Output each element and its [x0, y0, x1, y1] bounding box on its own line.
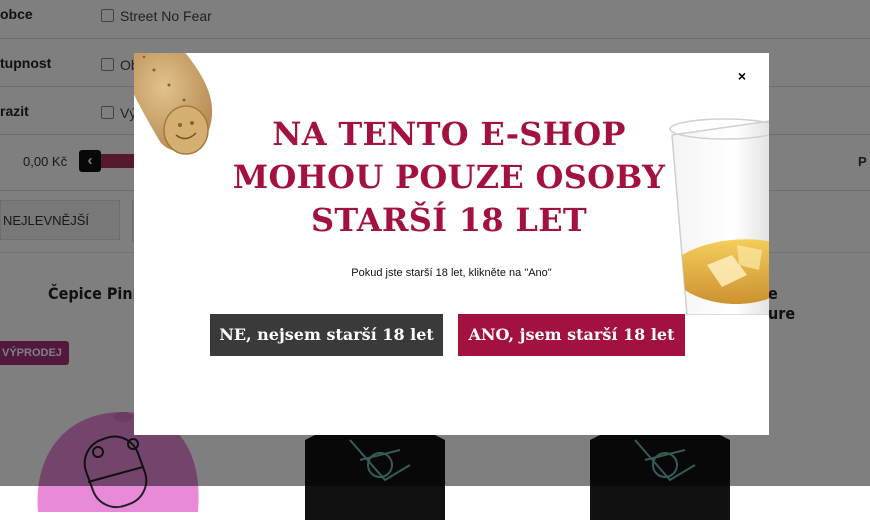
- age-verification-modal: × NA TENTO E-SHOP MOHOU POUZE OSOBY STAR…: [134, 53, 769, 435]
- modal-instruction-text: Pokud jste starší 18 let, klikněte na "A…: [351, 267, 552, 279]
- headline-line: MOHOU POUZE OSOBY: [232, 158, 666, 196]
- confirm-age-button[interactable]: ANO, jsem starší 18 let: [458, 314, 685, 356]
- close-icon[interactable]: ×: [735, 69, 749, 83]
- headline-line: NA TENTO E-SHOP: [272, 115, 626, 153]
- modal-headline: NA TENTO E-SHOP MOHOU POUZE OSOBY STARŠÍ…: [194, 113, 704, 242]
- headline-line: STARŠÍ 18 LET: [310, 201, 588, 239]
- deny-age-button[interactable]: NE, nejsem starší 18 let: [210, 314, 443, 356]
